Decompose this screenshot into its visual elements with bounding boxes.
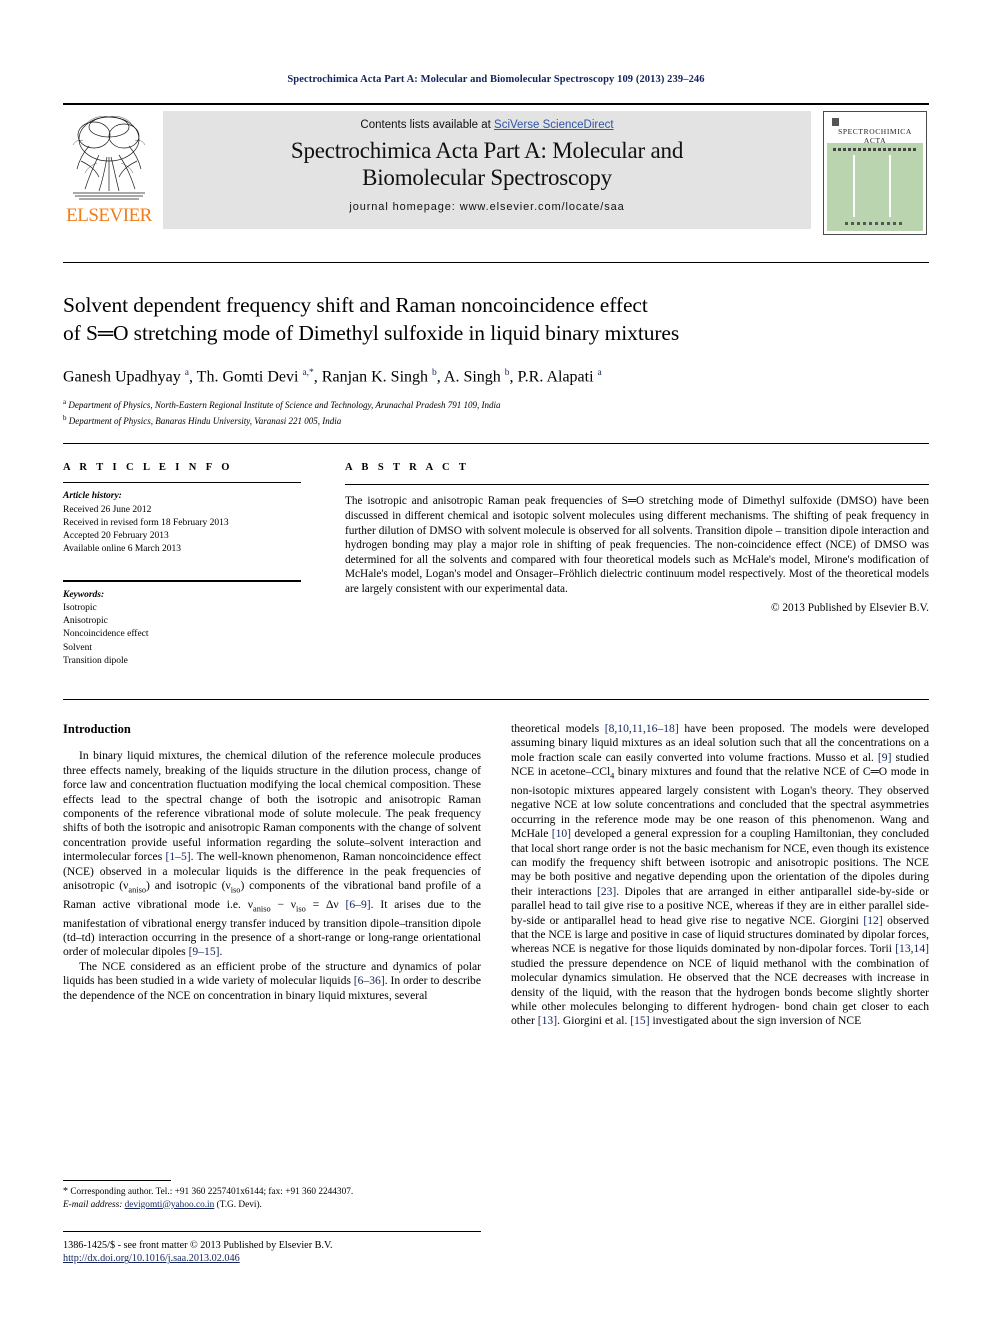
email-link[interactable]: devigomti@yahoo.co.in	[125, 1200, 215, 1210]
section-heading-introduction: Introduction	[63, 722, 131, 736]
page-footer: 1386-1425/$ - see front matter © 2013 Pu…	[63, 1239, 563, 1266]
contents-prefix: Contents lists available at	[360, 119, 495, 131]
affiliations: a Department of Physics, North-Eastern R…	[63, 396, 929, 427]
elsevier-logo: ELSEVIER	[65, 111, 153, 229]
intro-paragraph-3: theoretical models [8,10,11,16–18] have …	[511, 722, 930, 1028]
cover-inner: SPECTROCHIMICA ACTA	[827, 115, 923, 231]
cover-green-panel	[827, 143, 923, 231]
keyword-4: Transition dipole	[63, 655, 128, 666]
author-list: Ganesh Upadhyay a, Th. Gomti Devi a,*, R…	[63, 368, 602, 386]
footnote-rule	[63, 1180, 171, 1181]
cover-title: SPECTROCHIMICA ACTA	[827, 127, 923, 145]
cover-title-line-2: ACTA	[863, 136, 887, 145]
email-owner: (T.G. Devi).	[216, 1199, 262, 1210]
abstract-column: A B S T R A C T The isotropic and anisot…	[345, 462, 929, 616]
journal-masthead: ELSEVIER Contents lists available at Sci…	[63, 103, 929, 235]
journal-homepage: journal homepage: www.elsevier.com/locat…	[349, 201, 625, 213]
article-title-line-2: of S═O stretching mode of Dimethyl sulfo…	[63, 321, 680, 345]
corresponding-author-footnote: * Corresponding author. Tel.: +91 360 22…	[63, 1186, 481, 1211]
elsevier-tree-icon	[69, 111, 149, 203]
article-info-rule	[63, 482, 301, 484]
affiliation-a: a Department of Physics, North-Eastern R…	[63, 398, 501, 410]
body-column-left: Introduction In binary liquid mixtures, …	[63, 722, 481, 1003]
journal-cover-thumbnail: SPECTROCHIMICA ACTA	[823, 111, 927, 235]
info-bottom-rule	[63, 699, 929, 700]
paper-page: Spectrochimica Acta Part A: Molecular an…	[0, 0, 992, 1323]
cover-publisher-icon	[832, 118, 839, 126]
elsevier-wordmark: ELSEVIER	[66, 205, 152, 226]
keyword-2: Noncoincidence effect	[63, 629, 149, 640]
intro-paragraph-2: The NCE considered as an efficient probe…	[63, 959, 481, 1002]
article-title-line-1: Solvent dependent frequency shift and Ra…	[63, 293, 648, 317]
intro-paragraph-1: In binary liquid mixtures, the chemical …	[63, 749, 482, 959]
journal-title: Spectrochimica Acta Part A: Molecular an…	[163, 137, 811, 191]
keyword-1: Anisotropic	[63, 616, 108, 627]
article-history-0: Received 26 June 2012	[63, 504, 152, 515]
article-history-2: Accepted 20 February 2013	[63, 531, 169, 541]
title-top-rule	[63, 262, 929, 263]
article-info-heading: A R T I C L E I N F O	[63, 462, 233, 473]
keywords-label: Keywords:	[63, 589, 105, 600]
elsevier-tree-svg	[72, 116, 146, 200]
keyword-3: Solvent	[63, 642, 93, 653]
keywords-rule	[63, 580, 301, 582]
journal-title-line-1: Spectrochimica Acta Part A: Molecular an…	[290, 138, 684, 163]
footnote-line-1: * Corresponding author. Tel.: +91 360 22…	[63, 1186, 354, 1197]
article-history-3: Available online 6 March 2013	[63, 544, 182, 555]
body-column-right: theoretical models [8,10,11,16–18] have …	[511, 722, 929, 1029]
abstract-rule	[345, 484, 929, 486]
abstract-heading: A B S T R A C T	[345, 462, 470, 473]
article-history-label: Article history:	[63, 491, 122, 502]
abstract-text: The isotropic and anisotropic Raman peak…	[345, 495, 929, 595]
cover-bar-right	[889, 155, 891, 217]
keywords-block: Keywords: Isotropic Anisotropic Noncoinc…	[63, 589, 301, 668]
affiliation-b: b Department of Physics, Banaras Hindu U…	[63, 413, 342, 426]
masthead-top-rule	[63, 103, 929, 105]
article-history-1: Received in revised form 18 February 201…	[63, 517, 229, 528]
footnote-line-2: E-mail address: devigomti@yahoo.co.in (T…	[63, 1199, 481, 1212]
journal-title-line-2: Biomolecular Spectroscopy	[362, 165, 612, 190]
article-info-column: A R T I C L E I N F O Article history: R…	[63, 462, 301, 668]
running-head: Spectrochimica Acta Part A: Molecular an…	[287, 74, 705, 85]
page-title: Solvent dependent frequency shift and Ra…	[63, 291, 929, 347]
cover-title-line-1: SPECTROCHIMICA	[838, 127, 912, 136]
cover-subtitle-rule	[833, 148, 917, 151]
email-address-label: E-mail address:	[63, 1199, 123, 1210]
journal-title-band: Contents lists available at SciVerse Sci…	[163, 111, 811, 229]
issn-copyright-line: 1386-1425/$ - see front matter © 2013 Pu…	[63, 1240, 333, 1251]
doi-link[interactable]: http://dx.doi.org/10.1016/j.saa.2013.02.…	[63, 1253, 240, 1264]
page-footer-rule	[63, 1231, 481, 1232]
info-top-rule	[63, 443, 929, 444]
cover-bar-left	[853, 155, 855, 217]
sciencedirect-link[interactable]: SciVerse ScienceDirect	[494, 119, 614, 131]
cover-footer-rule	[845, 222, 905, 225]
contents-available-line: Contents lists available at SciVerse Sci…	[163, 119, 811, 131]
abstract-copyright: © 2013 Published by Elsevier B.V.	[770, 601, 929, 614]
keyword-0: Isotropic	[63, 603, 97, 613]
